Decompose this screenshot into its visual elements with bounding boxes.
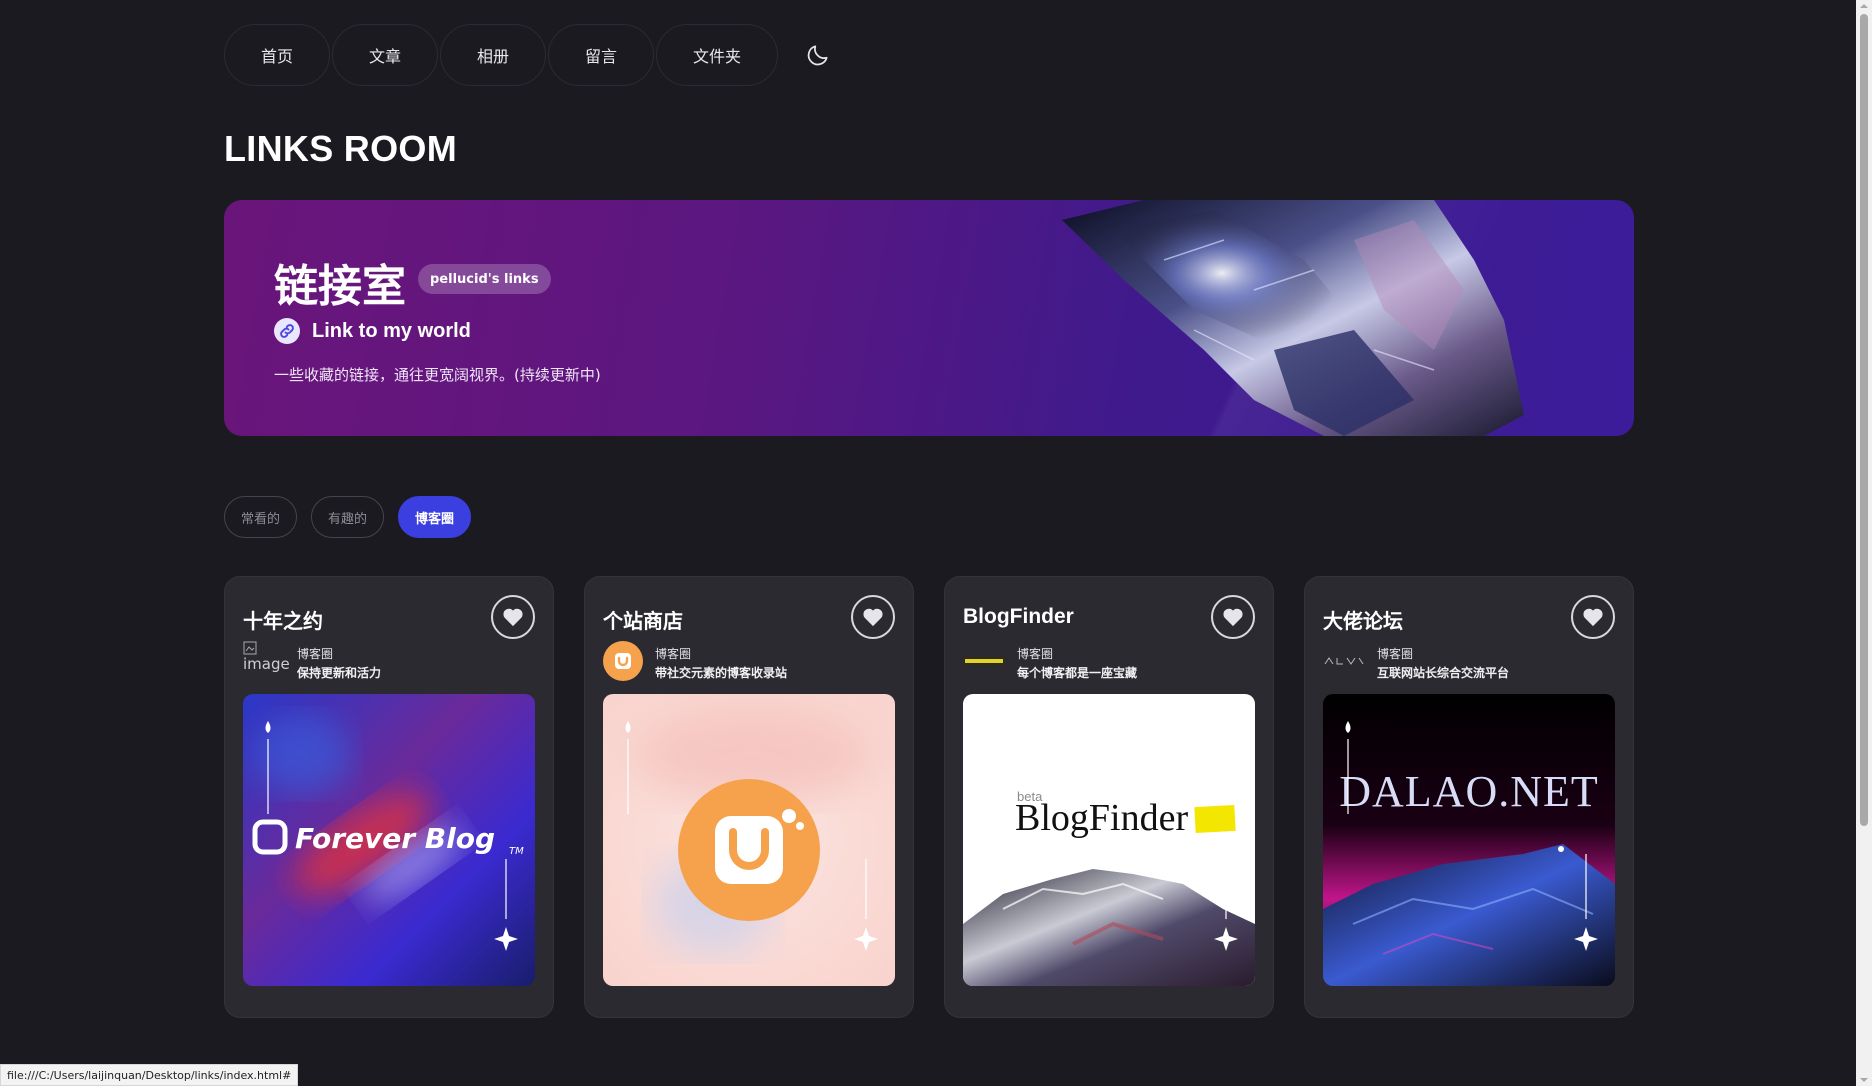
banner-description: 一些收藏的链接，通往更宽阔视界。(持续更新中): [274, 366, 601, 384]
filter-chip-blogs[interactable]: 博客圈: [398, 496, 472, 538]
card-category: 博客圈: [297, 647, 334, 661]
favorite-button[interactable]: [491, 595, 535, 639]
banner-title: 链接室: [274, 261, 406, 312]
card-meta: image 博客圈 保持更新和活力: [243, 641, 381, 681]
filter-chip-frequent[interactable]: 常看的: [224, 496, 298, 538]
crystal-image: [1062, 200, 1524, 436]
card-category: 博客圈: [1017, 647, 1054, 661]
card-title: BlogFinder: [963, 605, 1074, 628]
card-thumbnail[interactable]: beta BlogFinder: [963, 694, 1255, 986]
card-meta: 博客圈 每个博客都是一座宝藏: [963, 641, 1137, 681]
link-card[interactable]: 大佬论坛 博客圈 互联网站长综合交流平台 DALAO.NET: [1304, 576, 1634, 1018]
scroll-up-arrow-icon[interactable]: [1860, 2, 1868, 10]
status-bar-url: file:///C:/Users/laijinquan/Desktop/link…: [0, 1064, 299, 1086]
card-thumbnail[interactable]: Forever Blog TM: [243, 694, 535, 986]
card-category: 博客圈: [1377, 647, 1414, 661]
page-title: LINKS ROOM: [224, 128, 457, 169]
card-meta: 博客圈 互联网站长综合交流平台: [1323, 641, 1509, 681]
card-description: 每个博客都是一座宝藏: [1017, 666, 1138, 680]
favorite-button[interactable]: [1211, 595, 1255, 639]
thumb-blogfinder: BlogFinder: [1015, 797, 1188, 839]
scroll-down-arrow-icon[interactable]: [1860, 1076, 1868, 1084]
card-description: 带社交元素的博客收录站: [655, 666, 788, 680]
blogfinder-logo-icon: [963, 641, 1005, 681]
card-description: 保持更新和活力: [297, 666, 382, 680]
nav-item-folder[interactable]: 文件夹: [656, 24, 778, 86]
link-card[interactable]: BlogFinder 博客圈 每个博客都是一座宝藏 beta BlogFinde…: [944, 576, 1274, 1018]
link-icon: [274, 318, 300, 344]
card-description: 互联网站长综合交流平台: [1377, 666, 1510, 680]
nav-item-guestbook[interactable]: 留言: [548, 24, 654, 86]
thumb-forever-blog: Forever Blog: [295, 822, 495, 855]
card-category: 博客圈: [655, 647, 692, 661]
card-thumbnail[interactable]: DALAO.NET: [1323, 694, 1615, 986]
nav-item-articles[interactable]: 文章: [332, 24, 438, 86]
card-title: 大佬论坛: [1323, 609, 1403, 633]
card-title: 个站商店: [603, 609, 683, 633]
card-title: 十年之约: [243, 609, 323, 633]
nav-item-home[interactable]: 首页: [224, 24, 330, 86]
heart-icon: [1223, 608, 1243, 627]
thumb-dalao: DALAO.NET: [1339, 767, 1599, 816]
shop-logo-icon: [603, 641, 643, 681]
favorite-button[interactable]: [1571, 595, 1615, 639]
link-card[interactable]: 十年之约 image 博客圈 保持更新和活力 Forever Blog TM: [224, 576, 554, 1018]
heart-icon: [503, 608, 523, 627]
favorite-button[interactable]: [851, 595, 895, 639]
heart-icon: [863, 608, 883, 627]
top-nav: 首页 文章 相册 留言 文件夹: [224, 24, 838, 86]
dalao-logo-icon: [1323, 641, 1365, 681]
broken-image-icon: image: [243, 641, 290, 681]
card-meta: 博客圈 带社交元素的博客收录站: [603, 641, 787, 681]
moon-icon[interactable]: [798, 35, 838, 75]
thumb-tm: TM: [509, 846, 524, 857]
hero-banner: 链接室 pellucid's links Link to my world 一些…: [224, 200, 1634, 436]
banner-badge: pellucid's links: [418, 264, 551, 294]
nav-item-album[interactable]: 相册: [440, 24, 546, 86]
scrollbar-thumb[interactable]: [1860, 14, 1868, 826]
banner-subtitle-row: Link to my world: [274, 318, 471, 344]
filter-chips: 常看的 有趣的 博客圈: [224, 496, 472, 538]
vertical-scrollbar[interactable]: [1856, 0, 1872, 1086]
avatar-alt-text: image: [243, 655, 290, 673]
link-card[interactable]: 个站商店 博客圈 带社交元素的博客收录站: [584, 576, 914, 1018]
heart-icon: [1583, 608, 1603, 627]
card-thumbnail[interactable]: [603, 694, 895, 986]
filter-chip-interesting[interactable]: 有趣的: [311, 496, 385, 538]
banner-subtitle: Link to my world: [312, 319, 471, 342]
